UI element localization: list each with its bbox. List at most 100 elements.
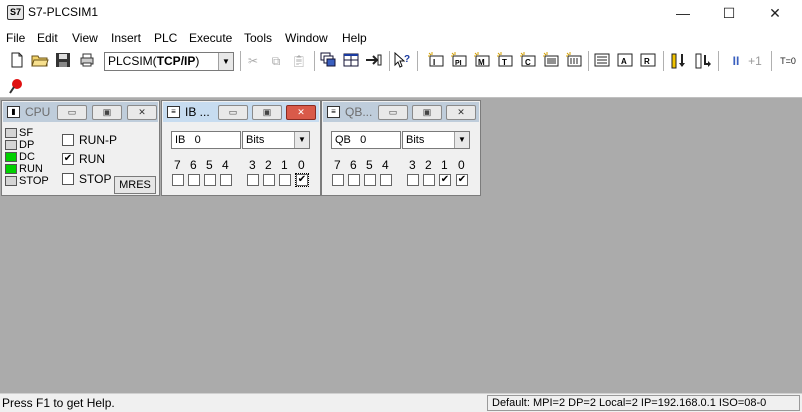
qb-bit-3-checkbox[interactable] — [407, 174, 419, 186]
menu-file[interactable]: File — [6, 31, 25, 45]
menu-window[interactable]: Window — [285, 31, 328, 45]
led-indicator — [5, 140, 17, 150]
led-dp: DP — [5, 140, 34, 151]
svg-text:PI: PI — [455, 60, 462, 67]
svg-text:T: T — [502, 58, 507, 67]
qb-bit-7-checkbox[interactable] — [332, 174, 344, 186]
ib-bit-3-checkbox[interactable] — [247, 174, 259, 186]
chevron-down-icon[interactable]: ▼ — [218, 53, 233, 70]
menu-execute[interactable]: Execute — [189, 31, 232, 45]
qb-bit-1-checkbox[interactable]: ✔ — [439, 174, 451, 186]
ib-window-titlebar[interactable]: ≡ IB ... ▭ ▣ ✕ — [163, 102, 319, 122]
qb-close-button[interactable]: ✕ — [446, 105, 476, 120]
ib-close-button[interactable]: ✕ — [286, 105, 316, 120]
ib-bit-0-checkbox[interactable]: ✔ — [295, 173, 309, 187]
ib-bit-2-checkbox[interactable] — [263, 174, 275, 186]
ib-format: Bits — [246, 134, 265, 146]
ib-address-input[interactable]: IB 0 — [171, 131, 241, 149]
insert-counter-icon[interactable]: C — [519, 52, 537, 70]
tile-windows-icon[interactable] — [342, 52, 360, 70]
insert-stack-icon[interactable] — [593, 52, 611, 70]
step-icon[interactable] — [671, 52, 689, 70]
cut-icon[interactable]: ✂ — [244, 52, 262, 70]
qb-bit-5-checkbox[interactable] — [364, 174, 376, 186]
run-p-checkbox[interactable] — [62, 134, 74, 146]
qb-window-icon: ≡ — [327, 106, 340, 118]
cpu-minimize-button[interactable]: ▭ — [57, 105, 87, 120]
ib-maximize-button[interactable]: ▣ — [252, 105, 282, 120]
cpu-window-titlebar[interactable]: ▮ CPU ▭ ▣ ✕ — [3, 102, 158, 122]
pause-button[interactable]: II — [727, 52, 745, 70]
ib-format-select[interactable]: Bits ▼ — [242, 131, 310, 149]
cascade-windows-icon[interactable] — [319, 52, 337, 70]
cpu-window-icon: ▮ — [7, 106, 20, 118]
ib-bit-4-checkbox[interactable] — [220, 174, 232, 186]
ib-bit-label: 6 — [190, 158, 197, 172]
qb-maximize-button[interactable]: ▣ — [412, 105, 442, 120]
menu-view[interactable]: View — [72, 31, 98, 45]
status-connection-info: Default: MPI=2 DP=2 Local=2 IP=192.168.0… — [487, 395, 800, 411]
qb-format-select[interactable]: Bits ▼ — [402, 131, 470, 149]
qb-bit-6-checkbox[interactable] — [348, 174, 360, 186]
arrange-icons-icon[interactable] — [365, 52, 383, 70]
connection-suffix: ) — [195, 54, 200, 68]
chevron-down-icon[interactable]: ▼ — [454, 132, 469, 148]
toolbar-separator — [588, 51, 589, 71]
save-icon[interactable] — [54, 52, 72, 70]
insert-input-icon[interactable]: I — [427, 52, 445, 70]
run-label: RUN — [79, 152, 105, 166]
insert-vertical-bits-icon[interactable] — [565, 52, 583, 70]
qb-bit-label: 5 — [366, 158, 373, 172]
ib-window[interactable]: ≡ IB ... ▭ ▣ ✕ IB 0 Bits ▼ 7 6 5 4 3 2 1 … — [161, 100, 321, 196]
menu-plc[interactable]: PLC — [154, 31, 177, 45]
menu-edit[interactable]: Edit — [37, 31, 58, 45]
ib-bit-1-checkbox[interactable] — [279, 174, 291, 186]
cpu-maximize-button[interactable]: ▣ — [92, 105, 122, 120]
copy-icon[interactable]: ⧉ — [267, 52, 285, 70]
qb-bit-4-checkbox[interactable] — [380, 174, 392, 186]
qb-window-titlebar[interactable]: ≡ QB... ▭ ▣ ✕ — [323, 102, 479, 122]
qb-bit-2-checkbox[interactable] — [423, 174, 435, 186]
insert-block-registers-icon[interactable]: R — [639, 52, 657, 70]
ib-bit-7-checkbox[interactable] — [172, 174, 184, 186]
cpu-close-button[interactable]: ✕ — [127, 105, 157, 120]
open-folder-icon[interactable] — [31, 52, 49, 70]
insert-accumulators-icon[interactable]: A — [616, 52, 634, 70]
mres-button[interactable]: MRES — [114, 176, 156, 194]
menu-insert[interactable]: Insert — [111, 31, 141, 45]
insert-timer-icon[interactable]: T — [496, 52, 514, 70]
menu-tools[interactable]: Tools — [244, 31, 272, 45]
step-into-icon[interactable] — [695, 52, 713, 70]
ib-bit-6-checkbox[interactable] — [188, 174, 200, 186]
reset-timers-button[interactable]: T=0 — [776, 52, 800, 70]
ib-bit-5-checkbox[interactable] — [204, 174, 216, 186]
cpu-window-title: CPU — [25, 105, 51, 119]
ib-minimize-button[interactable]: ▭ — [218, 105, 248, 120]
qb-window[interactable]: ≡ QB... ▭ ▣ ✕ QB 0 Bits ▼ 7 6 5 4 3 2 1 0… — [321, 100, 481, 196]
context-help-icon[interactable]: ? — [393, 51, 411, 70]
print-icon[interactable] — [78, 52, 96, 70]
close-button[interactable]: ✕ — [752, 0, 798, 26]
stop-checkbox[interactable] — [62, 173, 74, 185]
maximize-button[interactable]: ☐ — [706, 0, 752, 26]
insert-memory-icon[interactable]: M — [473, 52, 491, 70]
ib-bit-label: 2 — [265, 158, 272, 172]
qb-minimize-button[interactable]: ▭ — [378, 105, 408, 120]
qb-bit-label: 7 — [334, 158, 341, 172]
paste-icon[interactable]: 📋︎ — [290, 52, 308, 70]
new-file-icon[interactable] — [8, 52, 26, 70]
minimize-button[interactable]: — — [660, 0, 706, 26]
pushpin-icon[interactable] — [9, 78, 23, 94]
menu-help[interactable]: Help — [342, 31, 367, 45]
insert-generic-icon[interactable] — [542, 52, 560, 70]
qb-bit-0-checkbox[interactable]: ✔ — [456, 174, 468, 186]
connection-select[interactable]: PLCSIM(TCP/IP) ▼ — [104, 52, 234, 71]
single-cycle-button[interactable]: +1 — [746, 52, 764, 70]
cpu-window[interactable]: ▮ CPU ▭ ▣ ✕ SF DP DC RUN STOP RUN-P ✔ RU… — [1, 100, 160, 196]
chevron-down-icon[interactable]: ▼ — [294, 132, 309, 148]
run-checkbox[interactable]: ✔ — [62, 153, 74, 165]
insert-peripheral-input-icon[interactable]: PI — [450, 52, 468, 70]
qb-address-input[interactable]: QB 0 — [331, 131, 401, 149]
qb-bit-label: 6 — [350, 158, 357, 172]
ib-bit-label: 4 — [222, 158, 229, 172]
